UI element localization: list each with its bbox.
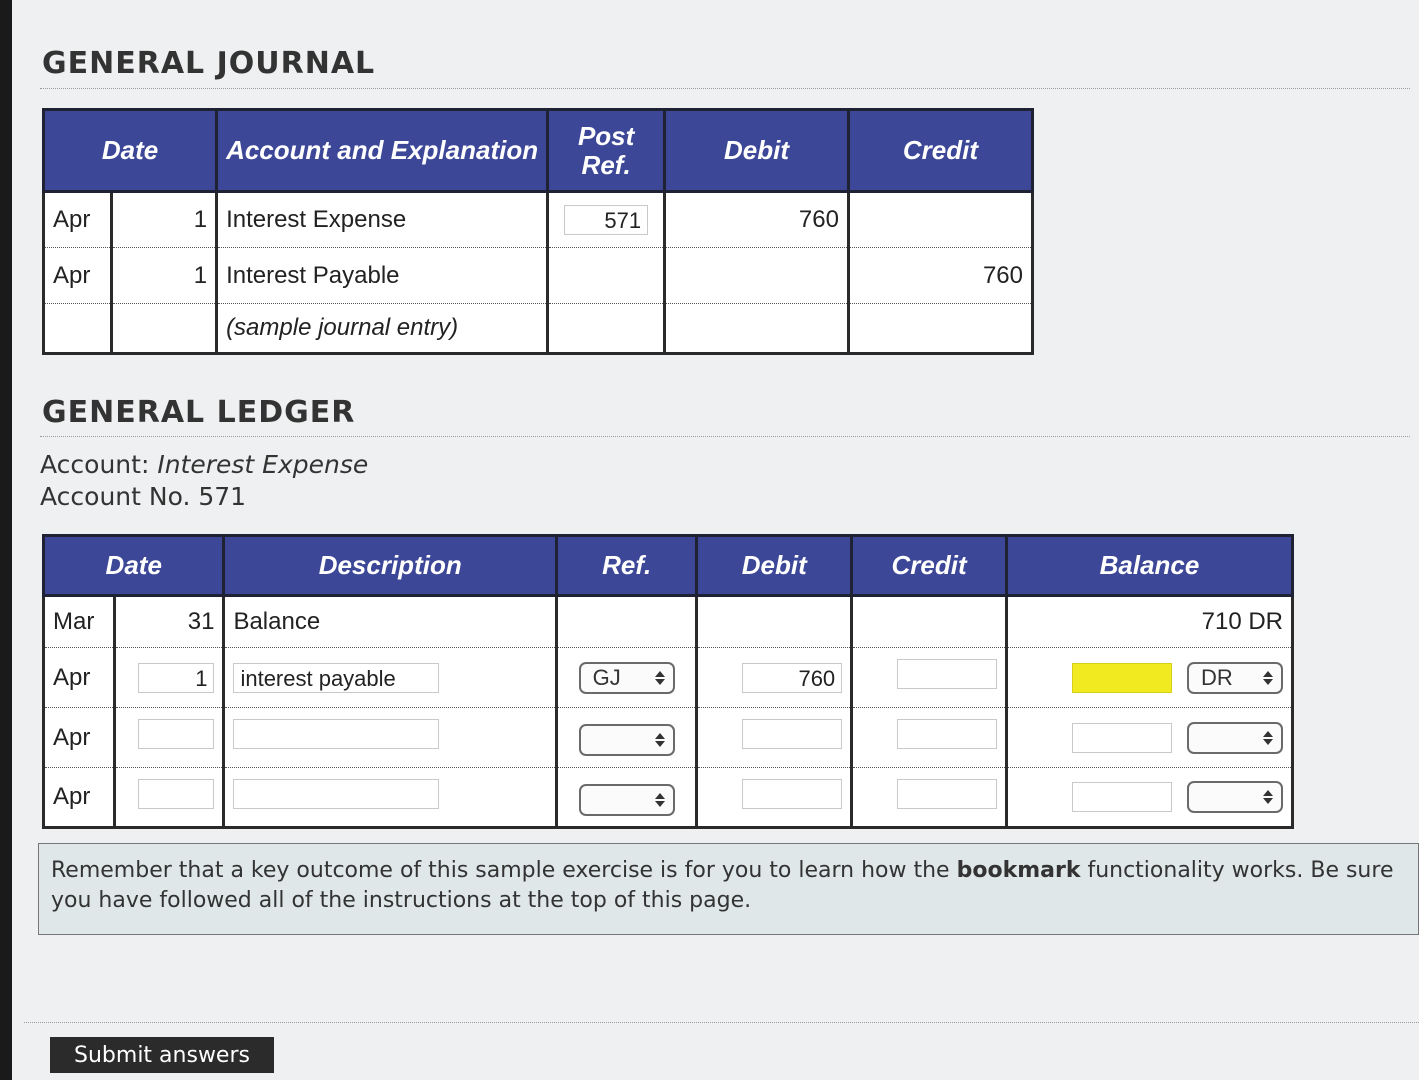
- select-arrows-icon: [1263, 670, 1273, 685]
- submit-answers-button[interactable]: Submit answers: [50, 1037, 274, 1073]
- journal-post-ref: [546, 303, 667, 355]
- ledger-day: 31: [112, 594, 226, 648]
- notice-bookmark-bold: bookmark: [956, 858, 1081, 883]
- journal-month: Apr: [41, 247, 114, 304]
- ledger-debit-input[interactable]: [742, 719, 843, 749]
- journal-header-credit: Credit: [846, 108, 1035, 193]
- journal-debit: 760: [798, 206, 839, 233]
- journal-header-debit: Debit: [663, 108, 850, 193]
- ledger-row: Apr: [42, 767, 1294, 829]
- ledger-month: Mar: [42, 594, 116, 648]
- ledger-header-row: Date Description Ref. Debit Credit Balan…: [41, 534, 1294, 597]
- ledger-row: Mar 31 Balance 710 DR: [42, 594, 1294, 648]
- ledger-credit: [850, 594, 1008, 648]
- notice-text-before: Remember that a key outcome of this samp…: [51, 858, 950, 883]
- journal-account: Interest Payable: [215, 247, 550, 304]
- ledger-debit-input[interactable]: [742, 778, 843, 809]
- journal-post-ref: [546, 247, 667, 304]
- ledger-month: Apr: [42, 707, 116, 768]
- journal-table: Date Account and Explanation Post Ref. D…: [41, 108, 1035, 355]
- ledger-account-no-line: Account No. 571: [40, 482, 246, 511]
- ledger-description-input[interactable]: [233, 719, 440, 749]
- ledger-balance-type-value: DR: [1201, 664, 1233, 690]
- journal-row: Apr 1 Interest Payable 760: [41, 247, 1035, 304]
- ledger-credit-input[interactable]: [897, 659, 997, 689]
- ledger-day-input[interactable]: [138, 719, 215, 749]
- ledger-description-input[interactable]: [233, 778, 440, 809]
- ledger-title-rule: [40, 436, 1410, 437]
- instruction-notice: Remember that a key outcome of this samp…: [38, 843, 1419, 935]
- ledger-account-no-label: Account No.: [40, 482, 191, 511]
- screen-bezel: [0, 0, 12, 1080]
- ledger-ref-select[interactable]: [578, 783, 675, 816]
- ledger-account-line: Account: Interest Expense: [40, 450, 368, 479]
- ledger-header-description: Description: [222, 534, 558, 597]
- ledger-debit-input[interactable]: 760: [742, 662, 843, 693]
- ledger-ref: [554, 594, 699, 648]
- journal-month: [41, 303, 114, 355]
- journal-explanation: (sample journal entry): [215, 303, 550, 355]
- ledger-header-date: Date: [41, 534, 226, 597]
- ledger-balance-input[interactable]: [1072, 662, 1173, 693]
- journal-debit: [663, 303, 850, 355]
- ledger-ref-select-value: GJ: [592, 664, 621, 690]
- ledger-account-no: 571: [198, 482, 247, 511]
- ledger-description: Balance: [222, 594, 558, 648]
- select-arrows-icon: [1263, 790, 1273, 804]
- ledger-day-input[interactable]: [138, 778, 215, 809]
- journal-title: GENERAL JOURNAL: [42, 46, 376, 81]
- ledger-account-label: Account:: [40, 450, 150, 479]
- ledger-header-debit: Debit: [695, 534, 854, 597]
- ledger-credit-input[interactable]: [897, 778, 997, 809]
- ledger-account-name: Interest Expense: [157, 450, 369, 479]
- select-arrows-icon: [654, 670, 665, 685]
- journal-post-ref-field[interactable]: 571: [564, 205, 649, 235]
- journal-day: 1: [110, 247, 219, 304]
- journal-month: Apr: [41, 190, 114, 248]
- journal-day: [110, 303, 219, 355]
- ledger-balance-type-select[interactable]: [1187, 781, 1283, 813]
- ledger-ref-select[interactable]: [578, 724, 675, 756]
- ledger-table: Date Description Ref. Debit Credit Balan…: [41, 534, 1294, 829]
- ledger-balance-input[interactable]: [1072, 722, 1173, 753]
- ledger-balance-type-select[interactable]: [1187, 721, 1283, 754]
- ledger-balance-input[interactable]: [1072, 782, 1173, 812]
- select-arrows-icon: [1263, 730, 1273, 745]
- ledger-header-ref: Ref.: [554, 534, 699, 597]
- page: GENERAL JOURNAL Date Account and Explana…: [12, 0, 1419, 1080]
- ledger-title: GENERAL LEDGER: [42, 395, 356, 430]
- ledger-header-credit: Credit: [850, 534, 1008, 597]
- ledger-header-balance: Balance: [1005, 534, 1294, 597]
- ledger-debit: [695, 594, 854, 648]
- ledger-month: Apr: [42, 647, 116, 708]
- journal-credit: 760: [846, 247, 1035, 304]
- ledger-row: Apr 1 interest payable GJ 760 DR: [42, 647, 1294, 708]
- journal-title-rule: [40, 88, 1410, 89]
- ledger-credit-input[interactable]: [897, 719, 997, 749]
- journal-account: Interest Expense: [215, 190, 550, 248]
- ledger-row: Apr: [42, 707, 1294, 768]
- bottom-rule: [24, 1022, 1419, 1023]
- journal-header-account: Account and Explanation: [215, 108, 550, 193]
- ledger-balance-type-select[interactable]: DR: [1187, 661, 1283, 694]
- journal-header-post-ref: Post Ref.: [546, 108, 667, 193]
- ledger-description-input[interactable]: interest payable: [233, 662, 440, 693]
- journal-debit: [663, 247, 850, 304]
- journal-row: Apr 1 Interest Expense 571 760: [41, 190, 1035, 248]
- select-arrows-icon: [654, 792, 665, 807]
- ledger-balance: 710 DR: [1005, 594, 1294, 648]
- select-arrows-icon: [654, 733, 665, 747]
- journal-day: 1: [110, 190, 219, 248]
- journal-header-row: Date Account and Explanation Post Ref. D…: [41, 108, 1035, 193]
- journal-header-date: Date: [41, 108, 219, 193]
- ledger-day-input[interactable]: 1: [138, 662, 215, 693]
- ledger-month: Apr: [42, 767, 116, 829]
- journal-credit: [846, 303, 1035, 355]
- ledger-ref-select[interactable]: GJ: [578, 661, 675, 694]
- journal-row: (sample journal entry): [41, 303, 1035, 355]
